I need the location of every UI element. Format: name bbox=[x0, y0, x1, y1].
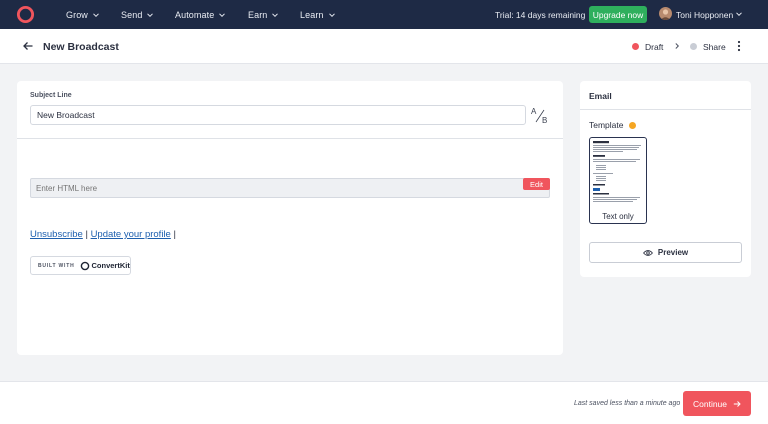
upgrade-button[interactable]: Upgrade now bbox=[589, 6, 647, 23]
link-separator: | bbox=[173, 229, 176, 240]
template-preview-image bbox=[593, 141, 641, 202]
template-label-text: Template bbox=[589, 120, 624, 130]
email-footer-links: Unsubscribe | Update your profile | bbox=[30, 229, 176, 240]
draft-status-dot bbox=[632, 43, 639, 50]
divider bbox=[580, 109, 751, 110]
convertkit-logo-icon[interactable] bbox=[16, 5, 35, 24]
nav-automate[interactable]: Automate bbox=[175, 0, 226, 29]
template-name: Text only bbox=[602, 212, 634, 221]
step-share-label: Share bbox=[703, 41, 726, 52]
chevron-down-icon bbox=[93, 12, 99, 17]
template-thumbnail[interactable]: Text only bbox=[589, 137, 647, 224]
ab-test-button[interactable]: A B bbox=[530, 107, 550, 125]
update-profile-link[interactable]: Update your profile bbox=[91, 229, 171, 240]
nav-learn[interactable]: Learn bbox=[300, 0, 336, 29]
edit-html-button[interactable]: Edit bbox=[523, 178, 550, 190]
nav-earn-label: Earn bbox=[248, 9, 268, 20]
brand-label: ConvertKit bbox=[91, 261, 130, 270]
built-with-badge[interactable]: BUILT WITH ConvertKit bbox=[30, 256, 131, 275]
continue-label: Continue bbox=[692, 398, 728, 409]
continue-button[interactable]: Continue bbox=[683, 391, 751, 416]
nav-earn[interactable]: Earn bbox=[248, 0, 279, 29]
link-separator: | bbox=[85, 229, 88, 240]
share-status-dot bbox=[690, 43, 697, 50]
chevron-down-icon bbox=[328, 12, 335, 17]
nav-grow[interactable]: Grow bbox=[66, 0, 100, 29]
template-label: Template bbox=[589, 120, 636, 130]
chevron-down-icon bbox=[219, 12, 226, 17]
step-draft[interactable]: Draft bbox=[632, 29, 663, 64]
nav-send[interactable]: Send bbox=[121, 0, 154, 29]
trial-text: Trial: 14 days remaining bbox=[495, 9, 586, 20]
eye-icon bbox=[642, 249, 653, 256]
subject-input[interactable] bbox=[30, 105, 526, 125]
user-name[interactable]: Toni Hopponen bbox=[676, 0, 733, 29]
last-saved-text: Last saved less than a minute ago bbox=[574, 400, 681, 407]
top-nav: Grow Send Automate Earn Learn Trial: 14 … bbox=[0, 0, 768, 29]
chevron-down-icon bbox=[147, 12, 154, 17]
chevron-right-icon bbox=[675, 43, 680, 49]
step-draft-label: Draft bbox=[645, 41, 664, 52]
page-title: New Broadcast bbox=[43, 40, 119, 53]
more-options-icon[interactable] bbox=[734, 40, 744, 52]
nav-grow-label: Grow bbox=[66, 9, 88, 20]
editor-card: Subject Line A B Edit Unsubscribe | Upda… bbox=[17, 81, 563, 355]
nav-send-label: Send bbox=[121, 9, 143, 20]
divider bbox=[17, 138, 563, 139]
html-input[interactable] bbox=[30, 178, 550, 198]
nav-learn-label: Learn bbox=[300, 9, 324, 20]
avatar[interactable] bbox=[659, 7, 672, 20]
subject-label: Subject Line bbox=[30, 92, 72, 99]
arrow-right-icon bbox=[733, 400, 741, 407]
preview-label: Preview bbox=[657, 248, 689, 257]
step-share[interactable]: Share bbox=[690, 29, 726, 64]
built-with-label: BUILT WITH bbox=[38, 262, 75, 269]
ab-b-label: B bbox=[542, 116, 548, 125]
unsubscribe-link[interactable]: Unsubscribe bbox=[30, 229, 83, 240]
back-arrow-icon[interactable] bbox=[22, 40, 34, 52]
preview-button[interactable]: Preview bbox=[589, 242, 742, 263]
panel-title: Email bbox=[589, 91, 612, 101]
convertkit-logo-icon bbox=[80, 261, 89, 270]
nav-automate-label: Automate bbox=[175, 9, 215, 20]
template-status-dot bbox=[628, 121, 636, 129]
chevron-down-icon bbox=[272, 12, 279, 17]
broadcast-header: New Broadcast Draft Share bbox=[0, 29, 768, 64]
email-settings-panel: Email Template Text only Preview bbox=[580, 81, 751, 277]
chevron-down-icon[interactable] bbox=[735, 10, 743, 18]
bottom-bar: Last saved less than a minute ago Contin… bbox=[0, 381, 768, 424]
